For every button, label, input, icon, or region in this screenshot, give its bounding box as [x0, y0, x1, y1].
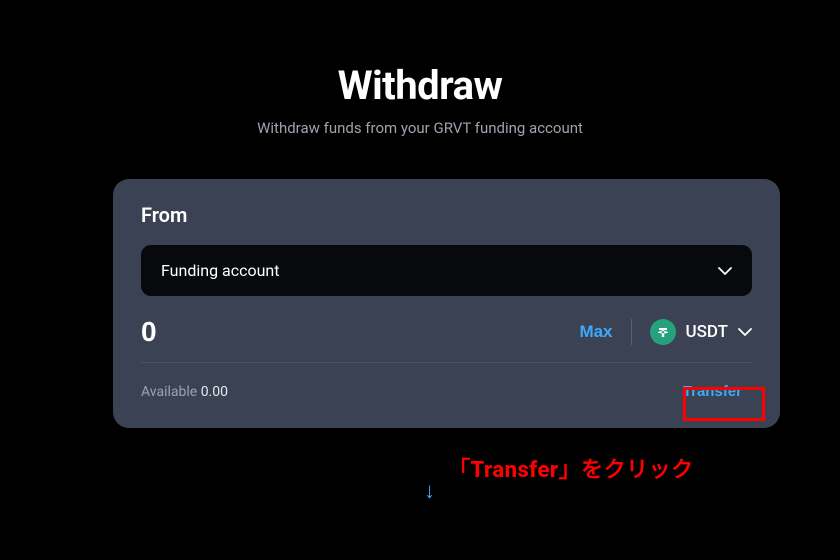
- page-title: Withdraw: [0, 62, 840, 109]
- available-value: 0.00: [201, 384, 228, 400]
- annotation-text: 「Transfer」をクリック: [448, 452, 694, 484]
- usdt-icon: [650, 319, 676, 345]
- amount-row: Max USDT: [141, 296, 752, 363]
- vertical-divider: [631, 319, 632, 345]
- transfer-button[interactable]: Transfer: [673, 377, 752, 406]
- currency-selector[interactable]: USDT: [650, 319, 752, 345]
- currency-name: USDT: [686, 322, 728, 342]
- page-header: Withdraw Withdraw funds from your GRVT f…: [0, 0, 840, 137]
- withdraw-from-card: From Funding account Max USDT Available: [113, 179, 780, 428]
- from-label: From: [141, 203, 752, 227]
- amount-input[interactable]: [141, 316, 301, 348]
- available-text: Available 0.00: [141, 384, 228, 400]
- page-subtitle: Withdraw funds from your GRVT funding ac…: [0, 119, 840, 137]
- arrow-down-icon: ↓: [424, 478, 435, 504]
- bottom-row: Available 0.00 Transfer: [141, 363, 752, 406]
- chevron-down-icon: [738, 325, 752, 339]
- amount-controls: Max USDT: [579, 319, 752, 345]
- account-selector[interactable]: Funding account: [141, 245, 752, 296]
- max-button[interactable]: Max: [579, 322, 612, 342]
- available-label: Available: [141, 384, 197, 400]
- chevron-down-icon: [718, 264, 732, 278]
- account-name: Funding account: [161, 261, 280, 280]
